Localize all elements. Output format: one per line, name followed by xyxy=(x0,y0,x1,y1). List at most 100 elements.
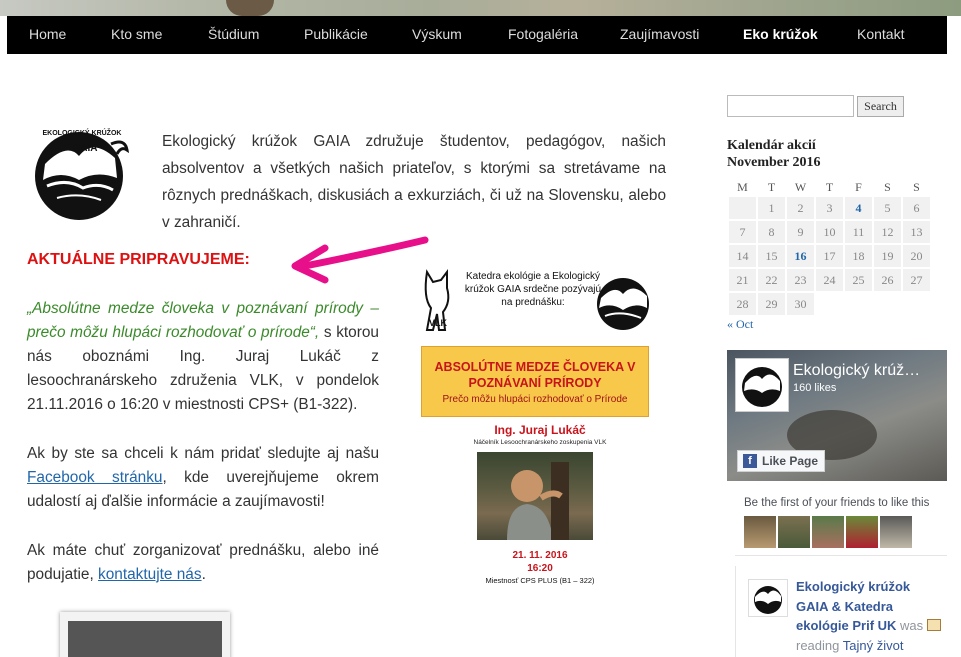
calendar-day: 7 xyxy=(729,221,756,243)
calendar-day-event-link[interactable]: 4 xyxy=(845,197,872,219)
calendar-day: 12 xyxy=(874,221,901,243)
weekday-label: T xyxy=(825,180,834,194)
poster-speaker: Ing. Juraj Lukáč xyxy=(494,423,586,437)
friend-avatar[interactable] xyxy=(812,516,844,548)
friend-avatar[interactable] xyxy=(880,516,912,548)
main-navigation: Home Kto sme Štúdium Publikácie Výskum F… xyxy=(7,16,947,54)
poster-organizers: Katedra ekológie a Ekologický krúžok GAI… xyxy=(464,271,602,308)
calendar-day: 9 xyxy=(787,221,814,243)
calendar-day: 11 xyxy=(845,221,872,243)
gaia-logo: EKOLOGICKÝ KRÚŽOK GAIA xyxy=(27,124,137,222)
weekday-label: S xyxy=(913,180,920,194)
weekday-label: S xyxy=(884,180,891,194)
nav-eko-kruzok[interactable]: Eko krúžok xyxy=(743,16,818,54)
nav-publikacie[interactable]: Publikácie xyxy=(304,16,368,54)
weekday-label: W xyxy=(794,180,807,194)
poster-date: 21. 11. 2016 xyxy=(512,550,568,561)
calendar-day: 21 xyxy=(729,269,756,291)
calendar-day: 26 xyxy=(874,269,901,291)
nav-kto-sme[interactable]: Kto sme xyxy=(111,16,162,54)
friend-avatar[interactable] xyxy=(778,516,810,548)
search-button[interactable]: Search xyxy=(857,96,904,117)
nav-kontakt[interactable]: Kontakt xyxy=(857,16,904,54)
calendar-day: 23 xyxy=(787,269,814,291)
calendar-day: 14 xyxy=(729,245,756,267)
calendar-day: 20 xyxy=(903,245,930,267)
post-author-link[interactable]: Ekologický krúžok GAIA & Katedra ekológi… xyxy=(796,579,910,633)
contact-paragraph: Ak máte chuť zorganizovať prednášku, ale… xyxy=(27,539,379,587)
poster-time: 16:20 xyxy=(527,563,553,574)
pink-arrow-annotation xyxy=(291,236,429,284)
calendar-weekday-row: M T W T F S S xyxy=(729,180,930,195)
contact-paragraph-end: . xyxy=(201,566,206,583)
article-thumbnail-image[interactable] xyxy=(68,621,222,657)
poster-gaia-logo xyxy=(597,278,649,330)
calendar-day: 2 xyxy=(787,197,814,219)
calendar-day: 18 xyxy=(845,245,872,267)
poster-date-time: 21. 11. 2016 16:20 xyxy=(415,549,665,575)
facebook-paragraph-text: Ak by ste sa chceli k nám pridať sledujt… xyxy=(27,445,379,462)
nav-home[interactable]: Home xyxy=(29,16,66,54)
previous-month-link[interactable]: « Oct xyxy=(727,317,753,332)
wolf-logo-icon: VLK xyxy=(424,269,450,331)
poster-title-banner: ABSOLÚTNE MEDZE ČLOVEKA V POZNÁVANÍ PRÍR… xyxy=(421,346,649,417)
friend-avatar[interactable] xyxy=(846,516,878,548)
facebook-friends-text: Be the first of your friends to like thi… xyxy=(744,497,930,509)
calendar-day: 10 xyxy=(816,221,843,243)
nav-studium[interactable]: Štúdium xyxy=(208,16,259,54)
intro-paragraph: Ekologický krúžok GAIA združuje študento… xyxy=(162,133,666,231)
calendar-week-row: 14 15 16 17 18 19 20 xyxy=(729,245,930,267)
calendar-day: 19 xyxy=(874,245,901,267)
nav-zaujimavosti[interactable]: Zaujímavosti xyxy=(620,16,699,54)
calendar-day-event-link[interactable]: 16 xyxy=(787,245,814,267)
svg-text:VLK: VLK xyxy=(429,318,448,328)
header-banner-image xyxy=(0,0,961,16)
contact-us-link[interactable]: kontaktujte nás xyxy=(98,566,202,583)
calendar-day: 1 xyxy=(758,197,785,219)
facebook-page-name[interactable]: Ekologický krúž… xyxy=(793,362,943,380)
calendar-day: 13 xyxy=(903,221,930,243)
calendar-day: 24 xyxy=(816,269,843,291)
calendar-day: 5 xyxy=(874,197,901,219)
poster-title: ABSOLÚTNE MEDZE ČLOVEKA V POZNÁVANÍ PRÍR… xyxy=(434,360,636,390)
facebook-post-avatar[interactable] xyxy=(748,579,788,617)
calendar-week-row: 28 29 30 xyxy=(729,293,930,315)
facebook-post-text: Ekologický krúžok GAIA & Katedra ekológi… xyxy=(796,577,944,655)
calendar-week-row: 7 8 9 10 11 12 13 xyxy=(729,221,930,243)
calendar-empty-cell xyxy=(729,197,756,219)
calendar-heading: Kalendár akcií xyxy=(727,138,816,153)
book-icon xyxy=(926,619,941,631)
calendar-empty-cell xyxy=(816,293,843,315)
calendar-day: 25 xyxy=(845,269,872,291)
calendar-empty-cell xyxy=(903,293,930,315)
poster-speaker-role: Náčelník Lesoochranárskeho zoskupenia VL… xyxy=(473,439,607,446)
calendar-empty-cell xyxy=(845,293,872,315)
calendar-day: 22 xyxy=(758,269,785,291)
calendar-day: 28 xyxy=(729,293,756,315)
facebook-like-page-button[interactable]: f Like Page xyxy=(737,450,825,472)
search-input[interactable] xyxy=(727,95,854,117)
calendar-day: 3 xyxy=(816,197,843,219)
svg-text:GAIA: GAIA xyxy=(73,143,98,154)
friend-avatar[interactable] xyxy=(744,516,776,548)
lecture-paragraph: „Absolútne medze človeka v poznávaní prí… xyxy=(27,297,379,417)
weekday-label: F xyxy=(855,180,862,194)
event-poster[interactable]: VLK Katedra ekológie a Ekologický krúžok… xyxy=(415,262,665,592)
facebook-f-icon: f xyxy=(743,454,757,468)
facebook-page-link[interactable]: Facebook stránku xyxy=(27,469,162,486)
calendar-day: 6 xyxy=(903,197,930,219)
poster-place: Miestnosť CPS PLUS (B1 – 322) xyxy=(485,576,595,585)
calendar-week-row: 123456 xyxy=(729,197,930,219)
calendar-day: 27 xyxy=(903,269,930,291)
facebook-likes-count: 160 likes xyxy=(793,382,837,394)
svg-text:EKOLOGICKÝ KRÚŽOK: EKOLOGICKÝ KRÚŽOK xyxy=(43,128,122,137)
nav-fotogaleria[interactable]: Fotogaléria xyxy=(508,16,578,54)
calendar-empty-cell xyxy=(874,293,901,315)
post-verb: was xyxy=(900,618,924,633)
calendar-day: 29 xyxy=(758,293,785,315)
post-book-link[interactable]: Tajný život xyxy=(843,638,904,653)
header-branch-graphic xyxy=(226,0,274,16)
facebook-page-avatar[interactable] xyxy=(735,358,789,412)
weekday-label: T xyxy=(767,180,776,194)
nav-vyskum[interactable]: Výskum xyxy=(412,16,462,54)
